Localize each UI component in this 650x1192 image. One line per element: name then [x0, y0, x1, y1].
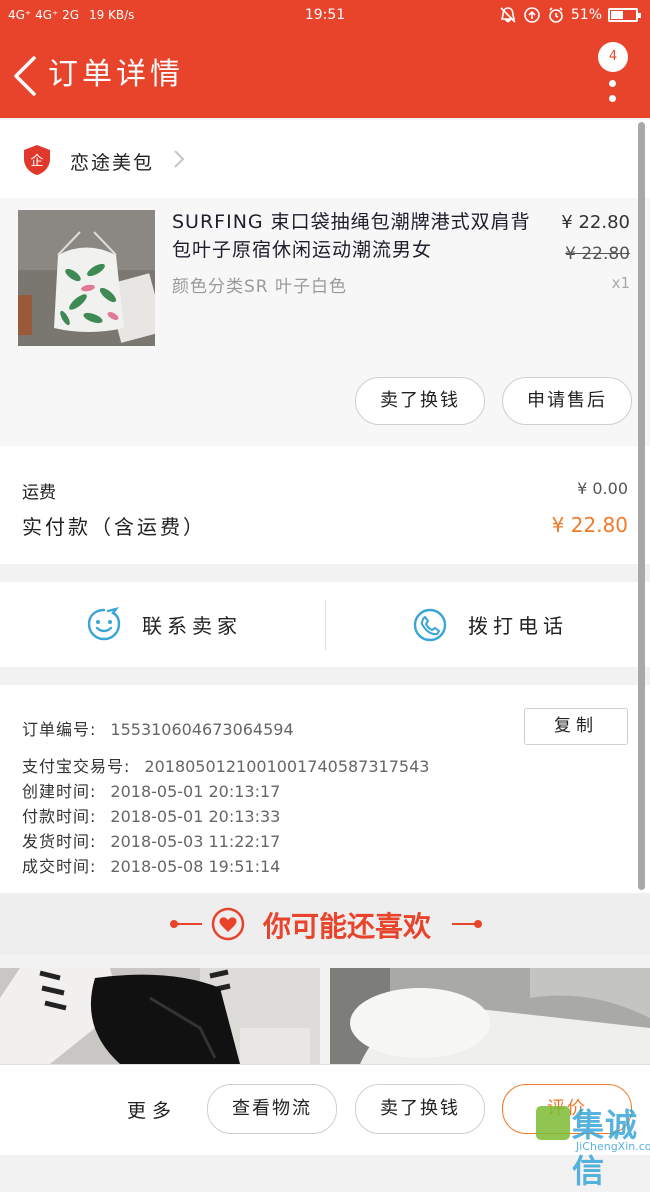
- status-icons: 51%: [499, 6, 641, 24]
- fee-summary: [0, 446, 650, 564]
- message-badge: 4: [598, 42, 628, 72]
- info-label: 发货时间:: [22, 832, 97, 851]
- recommend-item-image[interactable]: [330, 968, 650, 1064]
- page-title: 订单详情: [48, 57, 184, 92]
- product-price: ¥ 22.80: [561, 212, 630, 233]
- call-phone-label: 拨打电话: [468, 614, 568, 638]
- decor-dot: [474, 920, 482, 928]
- more-dot-icon: [609, 80, 616, 87]
- phone-icon: [413, 608, 447, 641]
- watermark-url: JiChengXin.com: [576, 1140, 650, 1153]
- info-label: 付款时间:: [22, 807, 97, 826]
- chevron-right-icon: [174, 150, 185, 168]
- recommend-item-image[interactable]: [0, 968, 320, 1064]
- created-time-line: 创建时间: 2018-05-01 20:13:17: [22, 778, 280, 802]
- status-bar: 4G⁺ 4G⁺ 2G 19 KB/s 19:51 51%: [0, 0, 650, 32]
- alarm-icon: [549, 7, 563, 23]
- alipay-number-line: 支付宝交易号: 2018050121001001740587317543: [22, 753, 429, 777]
- shipped-time-line: 发货时间: 2018-05-03 11:22:17: [22, 828, 280, 852]
- product-quantity: x1: [611, 274, 630, 292]
- order-number-line: 订单编号: 155310604673064594: [22, 716, 294, 740]
- call-phone-button[interactable]: 拨打电话: [412, 582, 568, 667]
- shipping-value: ¥ 0.00: [577, 479, 628, 498]
- product-spec: 颜色分类SR 叶子白色: [172, 277, 348, 297]
- after-sales-button[interactable]: 申请售后: [502, 377, 632, 425]
- completed-time-line: 成交时间: 2018-05-08 19:51:14: [22, 853, 280, 877]
- shop-logo-icon: 企: [24, 145, 50, 175]
- battery-text: 51%: [570, 7, 602, 23]
- battery-icon: [608, 8, 641, 22]
- info-label: 创建时间:: [22, 782, 97, 801]
- paid-time-line: 付款时间: 2018-05-01 20:13:33: [22, 803, 280, 827]
- mute-icon: [500, 7, 516, 23]
- info-label: 成交时间:: [22, 857, 97, 876]
- product-original-price: ¥ 22.80: [565, 244, 630, 264]
- product-image[interactable]: [18, 210, 155, 346]
- view-logistics-button[interactable]: 查看物流: [207, 1084, 337, 1134]
- scrollbar[interactable]: [638, 122, 645, 890]
- recommend-title-text: 你可能还喜欢: [262, 910, 431, 943]
- copy-button[interactable]: 复制: [524, 708, 628, 745]
- app-header: 订单详情 4: [0, 32, 650, 118]
- paid-value: ¥ 22.80: [551, 513, 628, 537]
- paid-time-value: 2018-05-01 20:13:33: [110, 807, 281, 826]
- alipay-number-value: 2018050121001001740587317543: [144, 757, 430, 776]
- info-label: 订单编号:: [22, 720, 97, 739]
- shop-name[interactable]: 恋途美包: [70, 148, 154, 175]
- contact-seller-label: 联系卖家: [142, 614, 242, 638]
- shipped-time-value: 2018-05-03 11:22:17: [110, 832, 281, 851]
- watermark-logo-icon: [536, 1106, 570, 1140]
- paid-label: 实付款（含运费）: [22, 515, 206, 539]
- contact-divider: [325, 600, 326, 650]
- sell-item-button[interactable]: 卖了换钱: [355, 377, 485, 425]
- more-menu-button[interactable]: 4: [598, 42, 628, 112]
- back-icon[interactable]: [10, 54, 44, 98]
- product-title[interactable]: SURFING 束口袋抽绳包潮牌港式双肩背包叶子原宿休闲运动潮流男女: [172, 208, 542, 264]
- order-number-value: 155310604673064594: [110, 720, 294, 739]
- more-actions-button[interactable]: 更多: [127, 1096, 177, 1123]
- completed-time-value: 2018-05-08 19:51:14: [110, 857, 281, 876]
- info-label: 支付宝交易号:: [22, 757, 131, 776]
- more-dot-icon: [609, 95, 616, 102]
- sync-icon: [524, 7, 540, 23]
- recommend-title: 你可能还喜欢: [0, 905, 650, 945]
- watermark: 集诚信 JiChengXin.com: [536, 1100, 650, 1190]
- created-time-value: 2018-05-01 20:13:17: [110, 782, 281, 801]
- chat-icon: [87, 606, 121, 640]
- shop-logo-text: 企: [30, 153, 43, 169]
- shipping-label: 运费: [22, 483, 56, 503]
- contact-seller-button[interactable]: 联系卖家: [86, 582, 242, 667]
- sell-button[interactable]: 卖了换钱: [355, 1084, 485, 1134]
